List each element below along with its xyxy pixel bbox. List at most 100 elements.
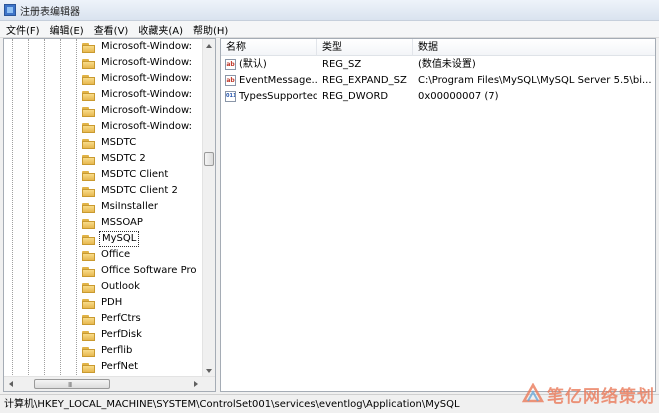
tree-item-label: Microsoft-Window: [101, 57, 192, 68]
tree-item-label: MSDTC 2 [101, 153, 146, 164]
tree-item-label: MySQL [99, 231, 140, 247]
window-title: 注册表编辑器 [20, 6, 80, 18]
menu-view[interactable]: 查看(V) [89, 22, 134, 37]
tree-item[interactable]: Microsoft-Window: [82, 87, 206, 103]
value-row[interactable]: ab (默认) REG_SZ (数值未设置) [221, 57, 655, 73]
tree-item-label: Microsoft-Window: [101, 105, 192, 116]
title-bar: 注册表编辑器 [0, 0, 659, 21]
folder-icon [82, 202, 96, 213]
scroll-down-arrow-icon[interactable] [204, 366, 214, 375]
registry-values-pane[interactable]: 名称 类型 数据 ab (默认) REG_SZ (数值未设置) ab EventMessa… [220, 38, 656, 392]
folder-icon [82, 170, 96, 181]
regedit-app-icon [4, 4, 16, 16]
tree-item[interactable]: PerfNet [82, 359, 206, 375]
folder-icon [82, 218, 96, 229]
value-type: REG_SZ [322, 59, 362, 70]
value-data: C:\Program Files\MySQL\MySQL Server 5.5\… [418, 75, 652, 86]
scroll-left-arrow-icon[interactable] [7, 380, 15, 388]
folder-icon [82, 282, 96, 293]
column-header-data[interactable]: 数据 [413, 39, 655, 56]
tree-item[interactable]: Perflib [82, 343, 206, 359]
value-type: REG_DWORD [322, 91, 389, 102]
tree-item-label: Microsoft-Window: [101, 73, 192, 84]
tree-item[interactable]: Outlook [82, 279, 206, 295]
folder-icon [82, 330, 96, 341]
folder-icon [82, 42, 96, 53]
tree-item-label: PerfNet [101, 361, 139, 372]
tree-item[interactable]: MSDTC [82, 135, 206, 151]
tree-item[interactable]: MsiInstaller [82, 199, 206, 215]
tree-horizontal-scrollbar[interactable]: III [4, 376, 215, 391]
folder-icon [82, 234, 96, 245]
tree-item[interactable]: Microsoft-Window: [82, 55, 206, 71]
tree-item-label: Outlook [101, 281, 140, 292]
menu-help[interactable]: 帮助(H) [188, 22, 233, 37]
tree-item-label: PDH [101, 297, 123, 308]
watermark-mark-icon [522, 383, 544, 403]
tree-item[interactable]: MSDTC Client 2 [82, 183, 206, 199]
tree-item[interactable]: Microsoft-Window: [82, 71, 206, 87]
tree-item[interactable]: MySQL [82, 231, 206, 247]
tree-item[interactable]: Microsoft-Window: [82, 119, 206, 135]
folder-icon [82, 346, 96, 357]
scroll-up-arrow-icon[interactable] [204, 41, 214, 50]
value-data: 0x00000007 (7) [418, 91, 499, 102]
value-name: EventMessage... [239, 75, 317, 86]
folder-icon [82, 266, 96, 277]
value-name: (默认) [239, 59, 267, 70]
tree-item[interactable]: PDH [82, 295, 206, 311]
tree-item-label: MSDTC Client [101, 169, 169, 180]
tree-item[interactable]: MSDTC Client [82, 167, 206, 183]
tree-item-label: Perflib [101, 345, 133, 356]
folder-icon [82, 154, 96, 165]
tree-item-label: PerfCtrs [101, 313, 141, 324]
folder-icon [82, 90, 96, 101]
tree-vertical-scrollbar[interactable] [202, 39, 215, 377]
tree-item-label: PerfDisk [101, 329, 142, 340]
folder-icon [82, 314, 96, 325]
tree-item-label: MSDTC Client 2 [101, 185, 178, 196]
menu-favorites[interactable]: 收藏夹(A) [133, 22, 188, 37]
folder-icon [82, 74, 96, 85]
tree-item-label: Microsoft-Window: [101, 89, 192, 100]
value-row[interactable]: 011 TypesSupported REG_DWORD 0x00000007 (7) [221, 89, 655, 105]
watermark-logo: 笔亿网络策划 [522, 379, 655, 409]
string-value-icon: ab [225, 59, 236, 70]
menu-edit[interactable]: 编辑(E) [45, 22, 89, 37]
registry-tree-pane[interactable]: Microsoft-Window: Microsoft-Window: Micros… [3, 38, 216, 392]
folder-icon [82, 122, 96, 133]
tree-item-label: Microsoft-Window: [101, 41, 192, 52]
scroll-right-arrow-icon[interactable] [192, 380, 200, 388]
value-row[interactable]: ab EventMessage... REG_EXPAND_SZ C:\Program… [221, 73, 655, 89]
horizontal-scroll-thumb[interactable]: III [34, 379, 110, 389]
tree-item[interactable]: PerfCtrs [82, 311, 206, 327]
menu-bar: 文件(F) 编辑(E) 查看(V) 收藏夹(A) 帮助(H) [0, 21, 659, 38]
string-value-icon: ab [225, 75, 236, 86]
vertical-scroll-thumb[interactable] [204, 152, 214, 166]
tree-item[interactable]: MSSOAP [82, 215, 206, 231]
scrollbar-corner [203, 377, 215, 391]
folder-icon [82, 298, 96, 309]
tree-item-label: Office Software Pro [101, 265, 197, 276]
folder-icon [82, 138, 96, 149]
folder-icon [82, 106, 96, 117]
binary-value-icon: 011 [225, 91, 236, 102]
tree-item-label: MSDTC [101, 137, 137, 148]
folder-icon [82, 362, 96, 373]
tree-item[interactable]: Office Software Pro [82, 263, 206, 279]
tree-item[interactable]: PerfDisk [82, 327, 206, 343]
tree-item[interactable]: Microsoft-Window: [82, 39, 206, 55]
folder-icon [82, 58, 96, 69]
tree-item[interactable]: MSDTC 2 [82, 151, 206, 167]
value-name: TypesSupported [239, 91, 317, 102]
column-header-name[interactable]: 名称 [221, 39, 317, 56]
scroll-grip-icon: III [68, 381, 72, 389]
tree-item[interactable]: Microsoft-Window: [82, 103, 206, 119]
tree-item[interactable]: Office [82, 247, 206, 263]
menu-file[interactable]: 文件(F) [0, 22, 45, 37]
column-header-type[interactable]: 类型 [317, 39, 413, 56]
folder-icon [82, 186, 96, 197]
tree-item-label: Office [101, 249, 131, 260]
tree-item-label: MSSOAP [101, 217, 143, 228]
value-data: (数值未设置) [418, 59, 476, 70]
